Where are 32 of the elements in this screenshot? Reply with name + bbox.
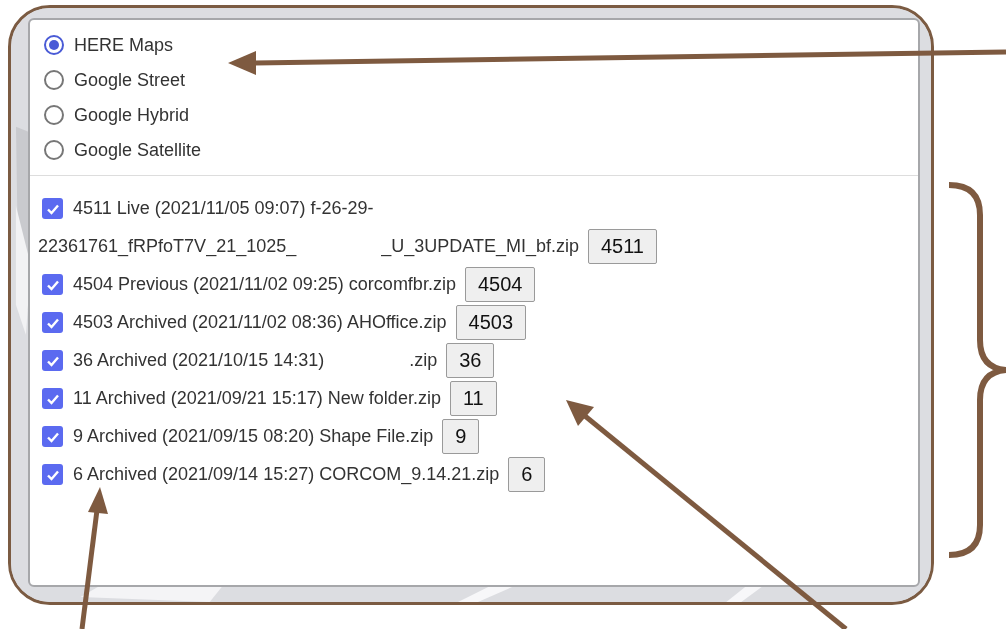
checkbox[interactable] [42,464,63,485]
radio-button[interactable] [44,70,64,90]
layer-label: 11 Archived (2021/09/21 15:17) New folder.zip [73,388,441,409]
checkbox[interactable] [42,198,63,219]
radio-label: Google Street [74,69,186,91]
layer-label: 6 Archived (2021/09/14 15:27) CORCOM_9.14.21.zip [73,464,500,485]
checkbox[interactable] [42,312,63,333]
checkbox[interactable] [42,350,63,371]
radio-label: HERE Maps [74,34,174,56]
layer-label: 4504 Previous (2021/11/02 09:25) corcomfbr.zip [73,274,456,295]
radio-button[interactable] [44,35,64,55]
layer-id-button[interactable]: 4511 [588,229,657,264]
layer-label: 36 Archived (2021/10/15 14:31) [73,350,325,371]
radio-button[interactable] [44,140,64,160]
layer-label: 22361761_fRPfoT7V_21_1025_ [38,236,297,257]
layer-id-button[interactable]: 36 [446,343,495,378]
checkbox[interactable] [42,388,63,409]
checkbox[interactable] [42,274,63,295]
layer-label: .zip [409,350,438,371]
radio-button[interactable] [44,105,64,125]
checkbox[interactable] [42,426,63,447]
layer-id-button[interactable]: 6 [508,457,546,492]
layer-id-button[interactable]: 4504 [464,267,536,302]
layer-id-button[interactable]: 11 [449,381,497,416]
layer-label: _U_3UPDATE_MI_bf.zip [381,236,579,257]
radio-label: Google Hybrid [74,104,190,126]
layer-label: 4503 Archived (2021/11/02 08:36) AHOffice.zip [73,312,447,333]
layer-label: 4511 Live (2021/11/05 09:07) f-26-29- [73,198,374,219]
layer-label: 9 Archived (2021/09/15 08:20) Shape File.zip [73,426,434,447]
layer-id-button[interactable]: 4503 [455,305,527,340]
layer-id-button[interactable]: 9 [442,419,480,454]
radio-label: Google Satellite [74,139,202,161]
